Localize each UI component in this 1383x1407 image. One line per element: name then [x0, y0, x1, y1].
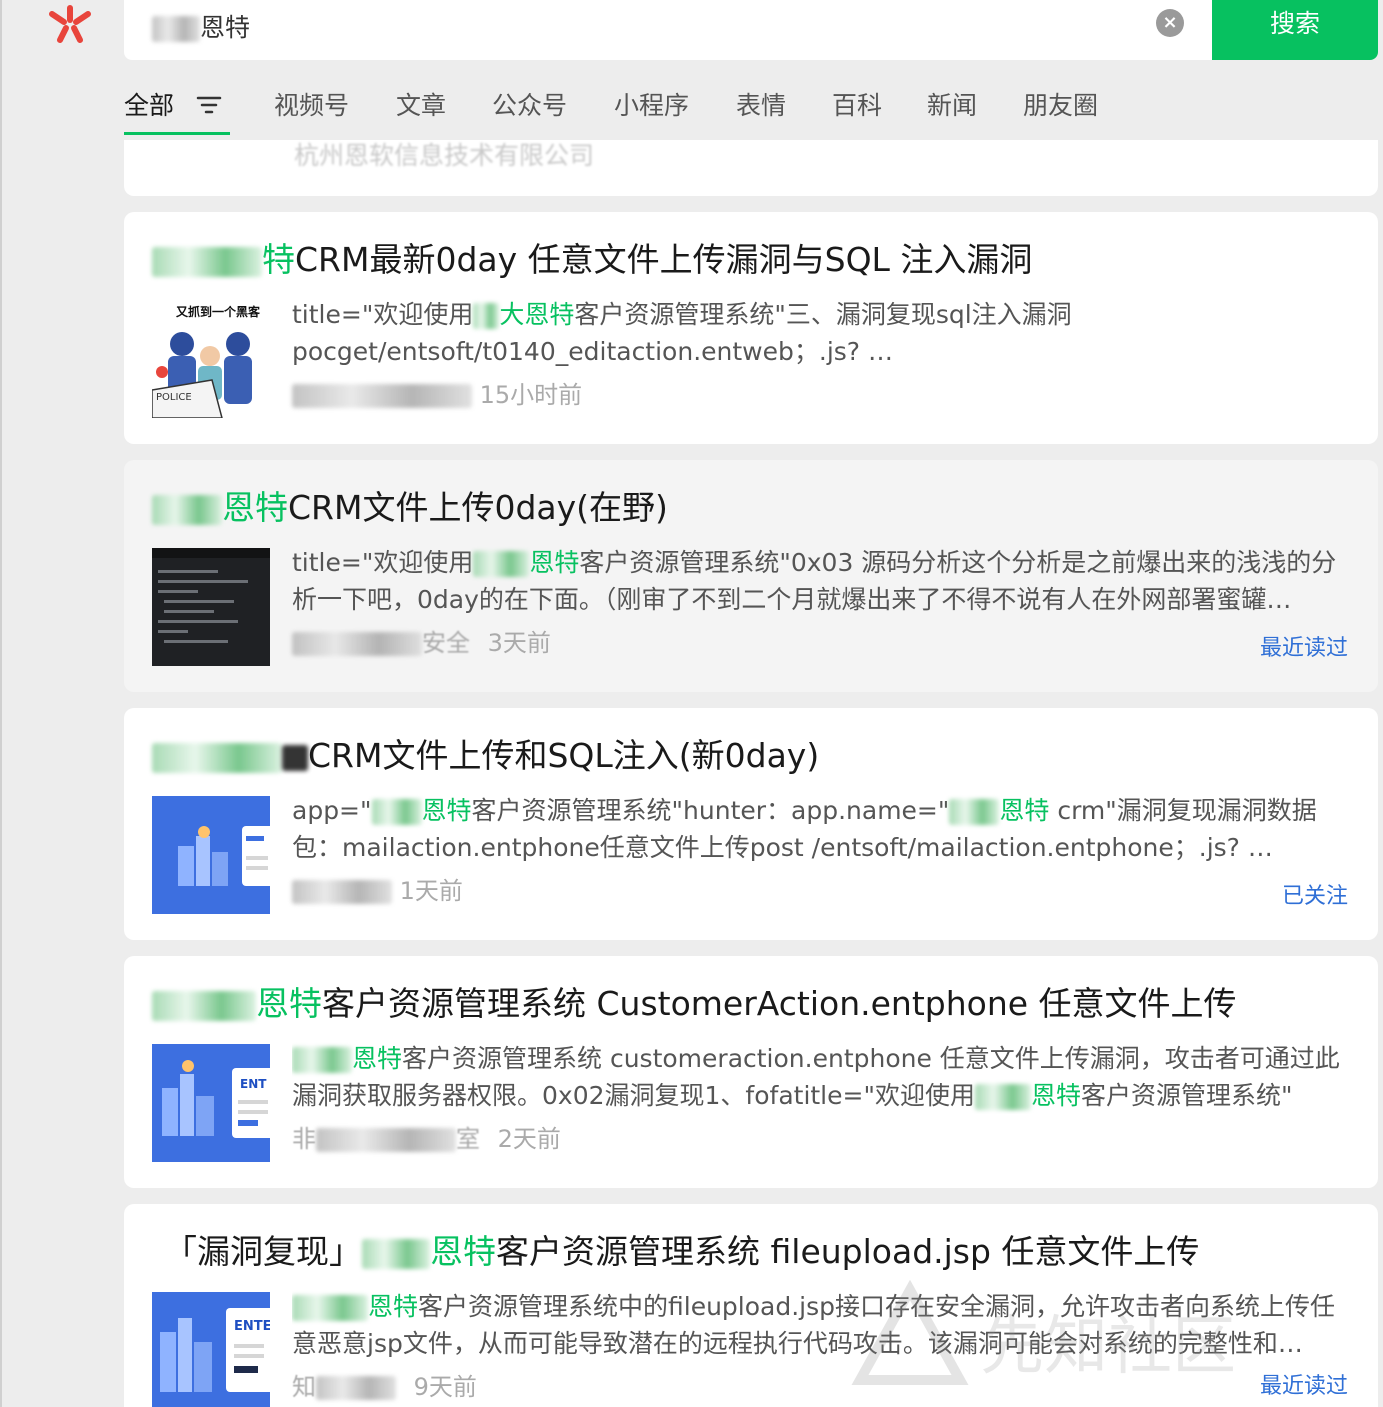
redacted-source	[292, 632, 422, 656]
search-bar: 恩特 × 搜索	[124, 0, 1378, 60]
result-meta: 知 9天前	[292, 1370, 477, 1404]
result-source: 室	[456, 1125, 480, 1153]
redacted-text	[152, 742, 282, 773]
tab-mini-programs[interactable]: 小程序	[614, 86, 689, 122]
thumbnail-image: ENT	[152, 1044, 270, 1162]
redacted-text	[949, 799, 1000, 825]
search-button[interactable]: 搜索	[1212, 0, 1378, 60]
result-card[interactable]: 恩特客户资源管理系统 CustomerAction.entphone 任意文件上…	[124, 956, 1378, 1188]
result-title[interactable]: CRM文件上传和SQL注入(新0day)	[152, 734, 819, 778]
result-snippet: title="欢迎使用 恩特客户资源管理系统"0x03 源码分析这个分析是之前爆出…	[292, 548, 1337, 614]
tab-stickers[interactable]: 表情	[736, 86, 786, 122]
redacted-source	[316, 1128, 456, 1152]
redacted-text	[473, 551, 530, 577]
result-time: 3天前	[487, 629, 551, 657]
thumbnail-image	[152, 796, 270, 914]
thumbnail-image	[152, 548, 270, 666]
wechat-search-logo-icon[interactable]	[40, 0, 100, 50]
tab-moments[interactable]: 朋友圈	[1023, 86, 1098, 122]
recently-read-badge: 最近读过	[1259, 636, 1348, 661]
redacted-text	[362, 1238, 430, 1269]
result-thumbnail[interactable]: ENT	[152, 1044, 270, 1162]
result-source: 安全	[422, 629, 470, 657]
left-edge	[0, 0, 2, 1407]
search-input[interactable]: 恩特	[152, 8, 250, 44]
result-title[interactable]: 恩特客户资源管理系统 CustomerAction.entphone 任意文件上…	[152, 982, 1237, 1026]
result-snippet: 恩特客户资源管理系统 customeraction.entphone 任意文件上…	[292, 1044, 1340, 1110]
tab-official-accounts[interactable]: 公众号	[492, 86, 567, 122]
svg-text:POLICE: POLICE	[156, 392, 192, 403]
result-title[interactable]: 特CRM最新0day 任意文件上传漏洞与SQL 注入漏洞	[152, 238, 1032, 282]
result-time: 2天前	[497, 1125, 561, 1153]
recently-read-badge: 最近读过	[1259, 1374, 1348, 1399]
redacted-source	[292, 384, 472, 408]
result-source: 知	[292, 1373, 316, 1401]
result-snippet: 恩特客户资源管理系统中的fileupload.jsp接口存在安全漏洞，允许攻击者…	[292, 1292, 1336, 1358]
tab-articles[interactable]: 文章	[396, 86, 446, 122]
following-badge: 已关注	[1281, 884, 1348, 909]
result-card[interactable]: CRM文件上传和SQL注入(新0day) app=" 恩特客户资源管理系统"hun…	[124, 708, 1378, 940]
redacted-text	[292, 1295, 368, 1321]
result-title[interactable]: 「漏洞复现」 恩特客户资源管理系统 fileupload.jsp 任意文件上传	[164, 1230, 1199, 1274]
result-snippet: title="欢迎使用 大恩特客户资源管理系统"三、漏洞复现sql注入漏洞pocg…	[292, 300, 1072, 366]
redacted-text	[152, 16, 200, 42]
close-circle-icon[interactable]: ×	[1156, 9, 1184, 37]
result-thumbnail[interactable]: ENTE	[152, 1292, 270, 1407]
result-card[interactable]: 「漏洞复现」 恩特客户资源管理系统 fileupload.jsp 任意文件上传 E…	[124, 1204, 1378, 1407]
tab-all[interactable]: 全部	[124, 86, 174, 122]
redacted-text	[282, 744, 308, 771]
redacted-text	[152, 990, 256, 1021]
redacted-source	[292, 880, 392, 904]
result-thumbnail[interactable]	[152, 796, 270, 914]
previous-result-card[interactable]: 杭州恩软信息技术有限公司	[124, 140, 1378, 196]
redacted-text	[152, 246, 262, 277]
result-meta: 安全 3天前	[292, 626, 551, 660]
result-card[interactable]: 特CRM最新0day 任意文件上传漏洞与SQL 注入漏洞 又抓到一个黑客 POL…	[124, 212, 1378, 444]
svg-text:ENT: ENT	[240, 1077, 267, 1091]
result-meta: 15小时前	[292, 378, 582, 412]
svg-text:ENTE: ENTE	[234, 1319, 270, 1334]
active-tab-indicator	[124, 132, 230, 135]
result-source: 非	[292, 1125, 316, 1153]
redacted-text	[371, 799, 422, 825]
result-source: 杭州恩软信息技术有限公司	[294, 141, 595, 170]
result-meta: 非 室 2天前	[292, 1122, 561, 1156]
result-card[interactable]: 恩特CRM文件上传0day(在野) title="欢迎使用 恩特客户资源管理系统"…	[124, 460, 1378, 692]
result-time: 1天前	[399, 877, 463, 905]
redacted-text	[292, 1047, 352, 1073]
redacted-source	[316, 1376, 396, 1400]
result-snippet: app=" 恩特客户资源管理系统"hunter：app.name=" 恩特 crm"…	[292, 796, 1317, 862]
thumbnail-image: 又抓到一个黑客 POLICE	[152, 300, 270, 418]
result-thumbnail[interactable]	[152, 548, 270, 666]
result-time: 15小时前	[479, 381, 583, 409]
search-query-text: 恩特	[200, 13, 251, 42]
tab-news[interactable]: 新闻	[927, 86, 977, 122]
tab-encyclopedia[interactable]: 百科	[832, 86, 882, 122]
svg-text:又抓到一个黑客: 又抓到一个黑客	[175, 304, 261, 319]
result-title[interactable]: 恩特CRM文件上传0day(在野)	[152, 486, 668, 530]
filter-icon[interactable]	[196, 94, 222, 116]
redacted-text	[152, 494, 222, 525]
result-meta: 1天前	[292, 874, 463, 908]
filter-tabs: 全部 视频号 文章 公众号 小程序 表情 百科 新闻 朋友圈	[124, 86, 1224, 140]
result-thumbnail[interactable]: 又抓到一个黑客 POLICE	[152, 300, 270, 418]
tab-channels[interactable]: 视频号	[274, 86, 349, 122]
result-time: 9天前	[413, 1373, 477, 1401]
redacted-text	[473, 303, 500, 329]
thumbnail-image: ENTE	[152, 1292, 270, 1407]
redacted-text	[974, 1084, 1031, 1110]
